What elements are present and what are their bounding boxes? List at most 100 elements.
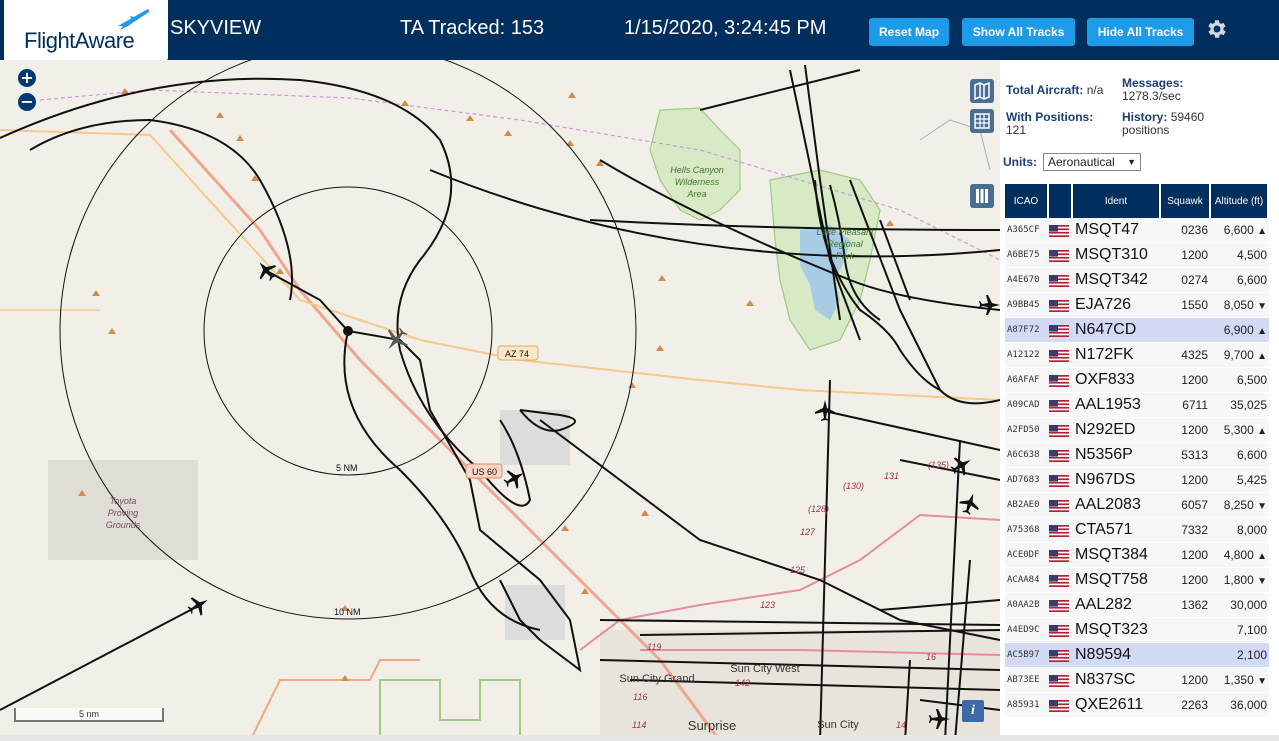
us-flag-icon [1049, 274, 1069, 287]
history-stat: History: 59460 positions [1122, 111, 1204, 137]
table-row[interactable]: A4ED9C MSQT323 7,100 [1005, 618, 1269, 643]
table-row[interactable]: AB2AE0 AAL2083 6057 8,250 ▼ [1005, 493, 1269, 518]
aircraft-table-body: A365CF MSQT47 0236 6,600 ▲ A6BE75 MSQT310 1200… [1005, 218, 1269, 718]
messages-value: 1278.3/sec [1122, 89, 1181, 103]
us-flag-icon [1049, 674, 1069, 687]
cell-ident: MSQT342 [1073, 268, 1161, 293]
columns-toggle-button[interactable] [970, 184, 994, 208]
cell-ident: AAL2083 [1073, 493, 1161, 518]
column-header-icao[interactable]: ICAO [1005, 184, 1049, 218]
table-row[interactable]: A0AA2B AAL282 1362 30,000 [1005, 593, 1269, 618]
messages-label: Messages: [1122, 76, 1184, 90]
cell-squawk: 1200 [1161, 568, 1211, 593]
cell-icao: AD7683 [1005, 468, 1049, 493]
cell-squawk: 1200 [1161, 243, 1211, 268]
cell-squawk [1161, 643, 1211, 668]
road-label-119: 119 [647, 642, 661, 652]
cell-flag [1049, 443, 1073, 468]
road-label-123: 123 [760, 600, 775, 610]
city-label-sun-city-west: Sun City West [730, 663, 800, 675]
column-header-squawk[interactable]: Squawk [1161, 184, 1211, 218]
hide-all-tracks-button[interactable]: Hide All Tracks [1087, 18, 1194, 46]
bottom-strip [0, 735, 1279, 741]
cell-altitude: 1,800 ▼ [1211, 568, 1269, 593]
altitude-value: 6,600 [1223, 223, 1254, 237]
table-row[interactable]: ACE0DF MSQT384 1200 4,800 ▲ [1005, 543, 1269, 568]
map-canvas[interactable]: 5 NM 10 NM AZ 74 US 60 Hells Canyon Wild… [0, 60, 1000, 741]
map-view[interactable]: 5 NM 10 NM AZ 74 US 60 Hells Canyon Wild… [0, 60, 1000, 741]
cell-squawk: 0236 [1161, 218, 1211, 243]
cell-ident: CTA571 [1073, 518, 1161, 543]
table-row[interactable]: A6BE75 MSQT310 1200 4,500 [1005, 243, 1269, 268]
table-row[interactable]: A85931 QXE2611 2263 36,000 [1005, 693, 1269, 718]
table-header-row: ICAO Ident Squawk Altitude (ft) [1005, 184, 1269, 218]
altitude-value: 8,250 [1223, 498, 1254, 512]
altitude-value: 6,600 [1236, 448, 1267, 462]
cell-icao: A85931 [1005, 693, 1049, 718]
road-label-130: (130) [843, 481, 864, 491]
current-datetime: 1/15/2020, 3:24:45 PM [624, 17, 827, 39]
column-header-ident[interactable]: Ident [1073, 184, 1161, 218]
table-row[interactable]: A87F72 N647CD 6,900 ▲ [1005, 318, 1269, 343]
toyota-label-grounds: Grounds [106, 520, 141, 530]
table-row[interactable]: A6AFAF OXF833 1200 6,500 [1005, 368, 1269, 393]
cell-icao: A2FD50 [1005, 418, 1049, 443]
column-header-altitude[interactable]: Altitude (ft) [1211, 184, 1269, 218]
altitude-value: 35,025 [1230, 398, 1267, 412]
cell-squawk: 1362 [1161, 593, 1211, 618]
show-all-tracks-button[interactable]: Show All Tracks [962, 18, 1075, 46]
table-row[interactable]: A09CAD AAL1953 6711 35,025 [1005, 393, 1269, 418]
cell-altitude: 4,500 [1211, 243, 1269, 268]
info-button[interactable]: i [962, 700, 984, 722]
cell-altitude: 1,350 ▼ [1211, 668, 1269, 693]
table-row[interactable]: A12122 N172FK 4325 9,700 ▲ [1005, 343, 1269, 368]
table-row[interactable]: AD7683 N967DS 1200 5,425 [1005, 468, 1269, 493]
zoom-out-button[interactable]: − [18, 93, 36, 111]
table-row[interactable]: ACAA84 MSQT758 1200 1,800 ▼ [1005, 568, 1269, 593]
total-aircraft-value: n/a [1086, 83, 1104, 97]
table-row[interactable]: AB73EE N837SC 1200 1,350 ▼ [1005, 668, 1269, 693]
altitude-value: 36,000 [1230, 698, 1267, 712]
map-layers-button[interactable] [970, 79, 994, 103]
lake-label: Lake Pleasant [816, 227, 874, 237]
cell-flag [1049, 568, 1073, 593]
aircraft-table-container[interactable]: ICAO Ident Squawk Altitude (ft) A365CF MS… [1005, 184, 1269, 741]
zoom-in-button[interactable]: + [18, 69, 36, 87]
altitude-value: 30,000 [1230, 598, 1267, 612]
cell-icao: ACE0DF [1005, 543, 1049, 568]
grid-toggle-button[interactable] [970, 109, 994, 133]
table-row[interactable]: A6C638 N5356P 5313 6,600 [1005, 443, 1269, 468]
column-header-flag[interactable] [1049, 184, 1073, 218]
top-header: FlightAware SKYVIEW TA Tracked: 153 1/15… [0, 0, 1279, 60]
reset-map-button[interactable]: Reset Map [869, 18, 949, 46]
gear-icon[interactable] [1204, 17, 1228, 41]
altitude-trend: ▲ [1257, 226, 1267, 237]
table-row[interactable]: A365CF MSQT47 0236 6,600 ▲ [1005, 218, 1269, 243]
cell-ident: OXF833 [1073, 368, 1161, 393]
cell-flag [1049, 543, 1073, 568]
cell-icao: A09CAD [1005, 393, 1049, 418]
table-row[interactable]: A75368 CTA571 7332 8,000 [1005, 518, 1269, 543]
cell-squawk [1161, 618, 1211, 643]
flightaware-logo[interactable]: FlightAware [4, 0, 168, 60]
cell-altitude: 6,600 ▲ [1211, 218, 1269, 243]
cell-flag [1049, 643, 1073, 668]
cell-altitude: 6,900 ▲ [1211, 318, 1269, 343]
units-select[interactable]: Aeronautical ▼ [1043, 153, 1141, 171]
cell-ident: MSQT47 [1073, 218, 1161, 243]
grid-icon [974, 113, 990, 129]
table-row[interactable]: A4E670 MSQT342 0274 6,600 [1005, 268, 1269, 293]
altitude-trend: ▲ [1257, 551, 1267, 562]
road-label-114: 114 [632, 720, 646, 730]
table-row[interactable]: A2FD50 N292ED 1200 5,300 ▲ [1005, 418, 1269, 443]
table-row[interactable]: AC5B97 N89594 2,100 [1005, 643, 1269, 668]
us-flag-icon [1049, 474, 1069, 487]
cell-icao: A6C638 [1005, 443, 1049, 468]
altitude-value: 2,100 [1236, 648, 1267, 662]
cell-flag [1049, 343, 1073, 368]
cell-ident: QXE2611 [1073, 693, 1161, 718]
cell-ident: N172FK [1073, 343, 1161, 368]
cell-icao: A6AFAF [1005, 368, 1049, 393]
table-row[interactable]: A9BB45 EJA726 1550 8,050 ▼ [1005, 293, 1269, 318]
altitude-value: 8,000 [1236, 523, 1267, 537]
